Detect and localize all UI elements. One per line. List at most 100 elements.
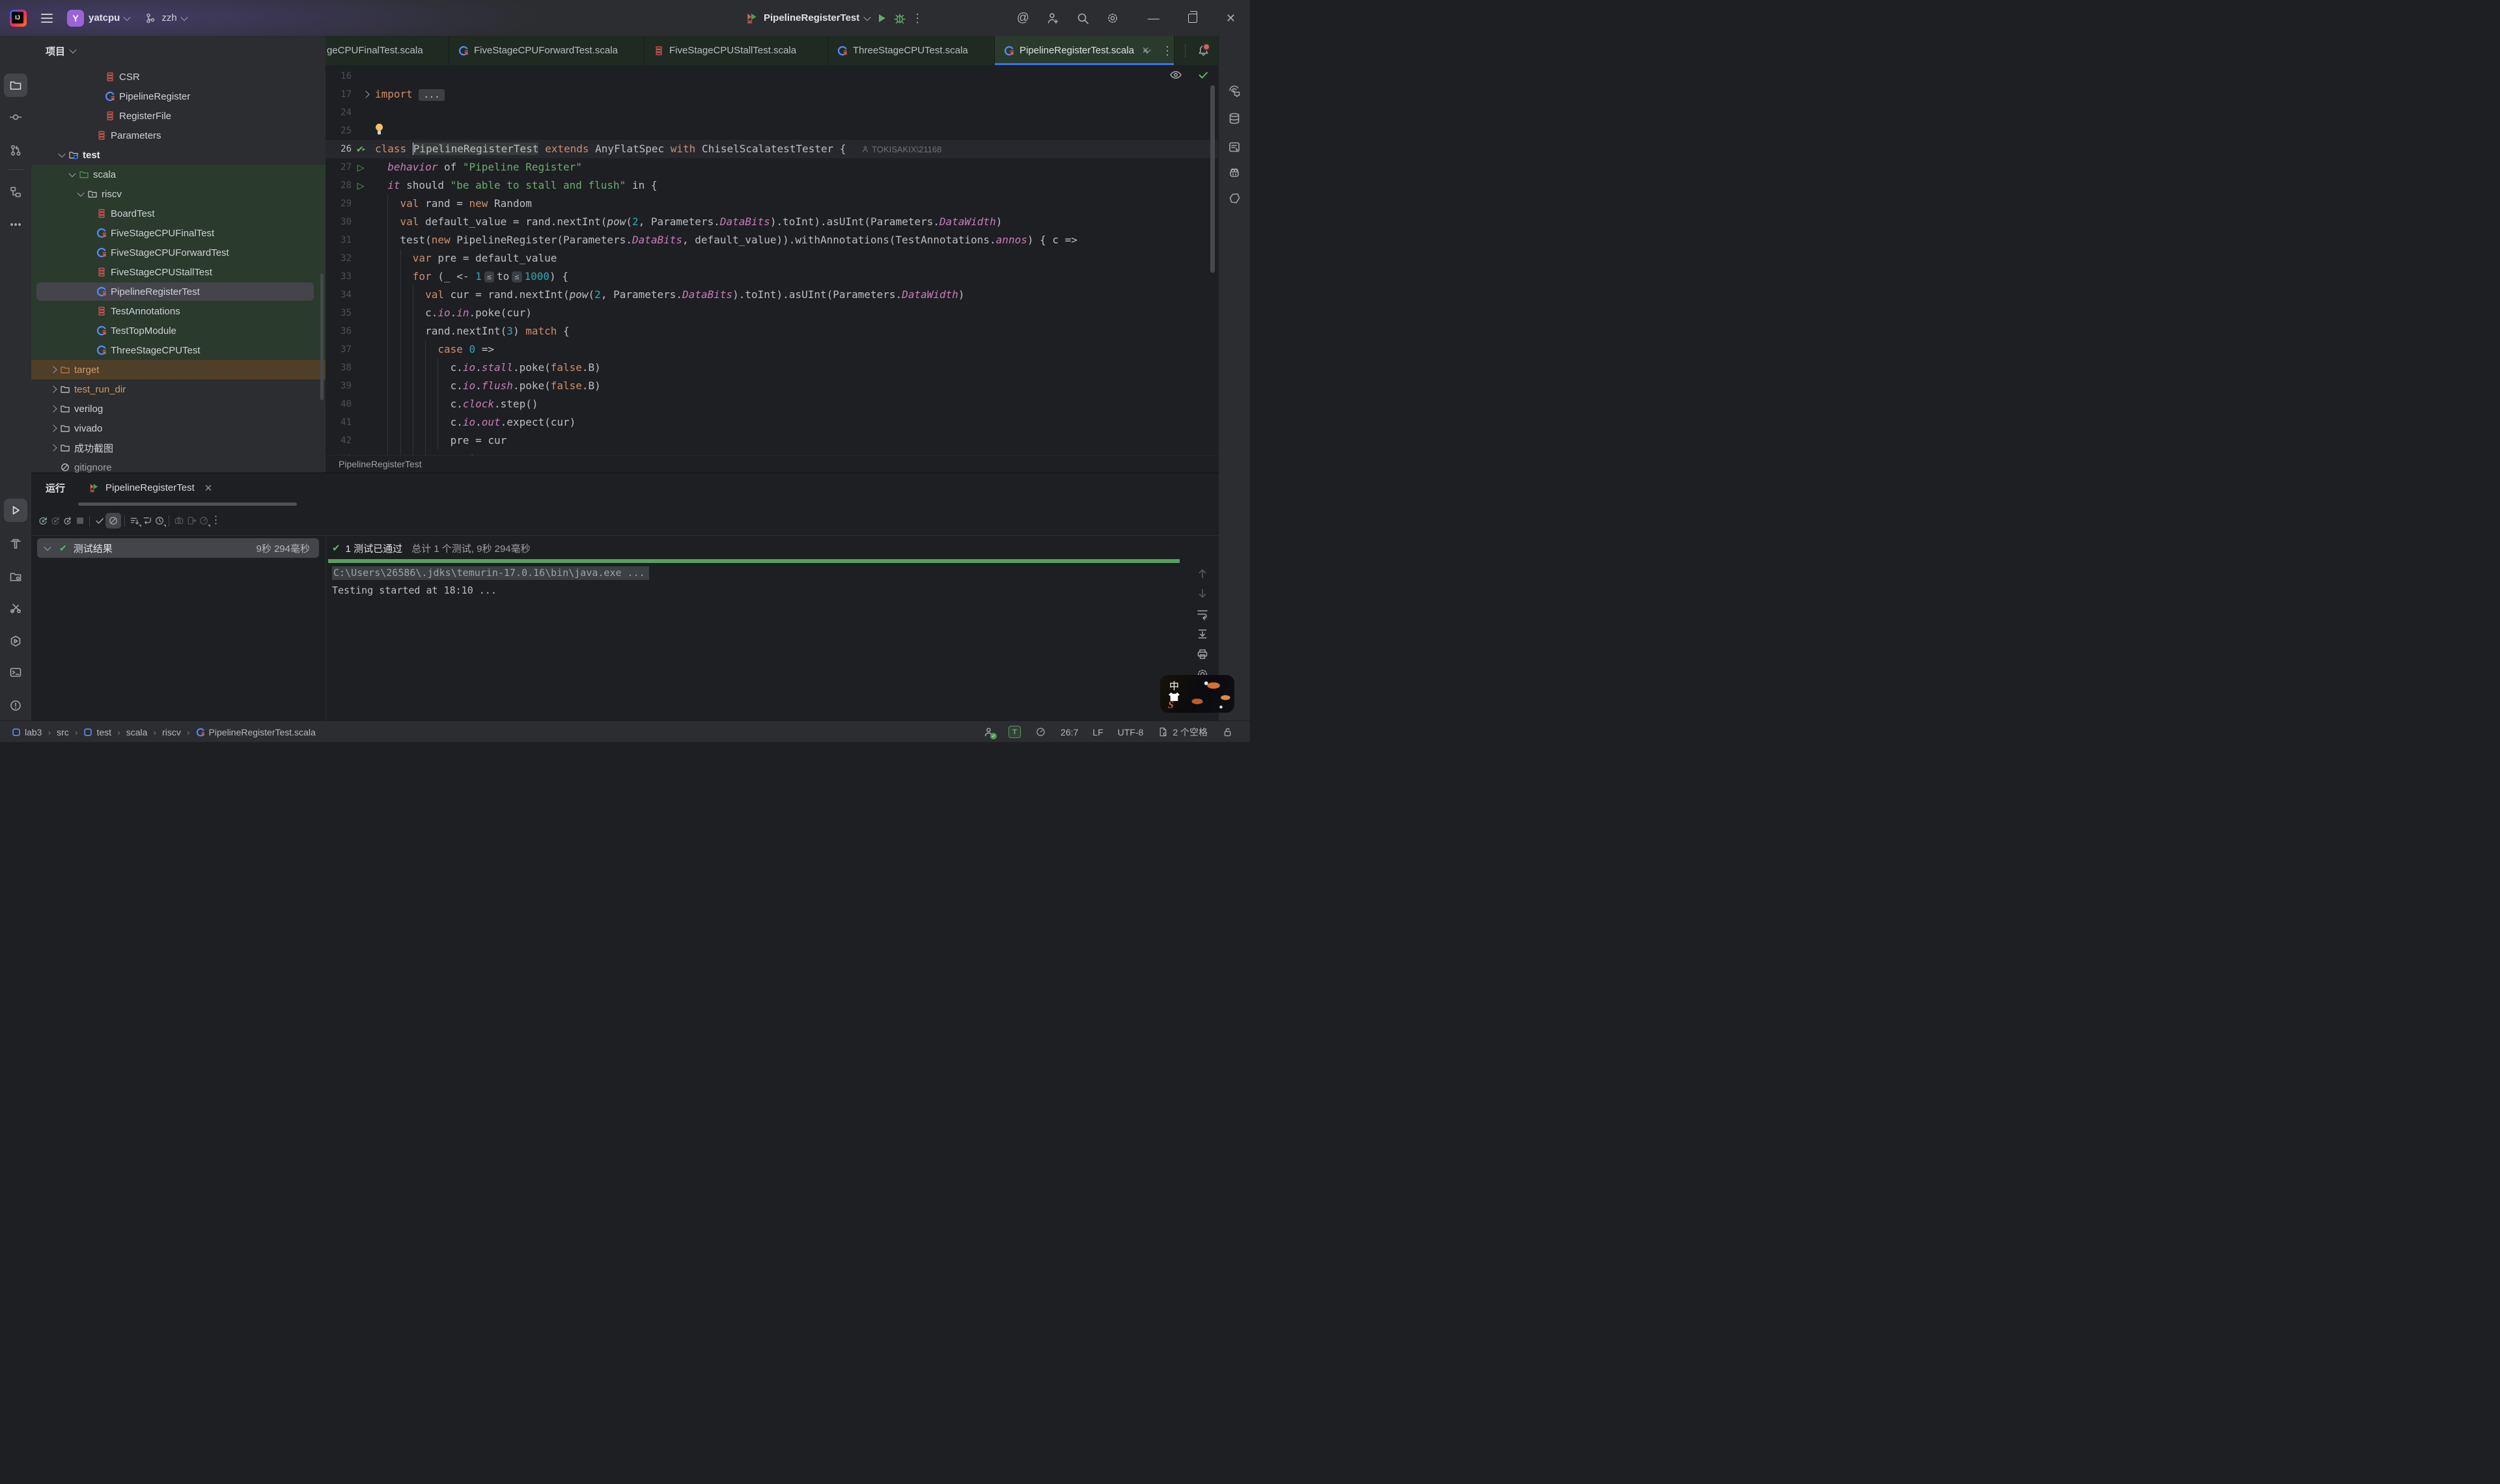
status-crumb-riscv[interactable]: riscv [162,727,181,737]
chevron-icon[interactable] [68,170,76,177]
status-crumb-test[interactable]: test [83,727,111,737]
line-ending[interactable]: LF [1092,727,1103,737]
add-user-icon[interactable] [1046,12,1059,25]
tree-item-成功截图[interactable]: 成功截图 [31,438,326,458]
export-button[interactable] [185,513,197,529]
lock-icon[interactable] [1222,726,1233,737]
indent-setting[interactable]: 2 个空格 [1158,726,1208,739]
ban-filter-button[interactable] [105,513,121,529]
status-crumb-src[interactable]: src [57,727,69,737]
tool-build-button[interactable] [4,532,27,555]
kebab-button[interactable]: ⋮ [210,513,222,529]
tool-structure-button[interactable] [4,180,27,204]
sort-down-button[interactable] [128,513,141,529]
more-actions-button[interactable]: ⋮ [911,12,923,24]
code-line-17[interactable]: 17import ... [326,85,1219,103]
test-results-row[interactable]: ✔ 测试结果 9秒 294毫秒 [37,538,319,558]
tool-tools-button[interactable] [4,596,27,620]
tool-robot-button[interactable] [1223,161,1246,184]
rerun-auto-button[interactable] [61,513,74,529]
tool-commit-button[interactable] [4,105,27,129]
close-icon[interactable]: ✕ [204,482,213,494]
minimize-button[interactable]: — [1148,12,1160,24]
editor-breadcrumb[interactable]: PipelineRegisterTest [339,459,422,469]
up-icon[interactable] [1196,567,1209,580]
tree-item-RegisterFile[interactable]: RegisterFile [31,106,326,126]
editor-scrollbar[interactable] [1210,85,1215,273]
run-tabs-scrollbar[interactable] [78,502,297,506]
tool-polygon-button[interactable] [1223,187,1246,210]
stop-button[interactable] [74,513,86,529]
chevron-icon[interactable] [58,150,65,158]
caret-position[interactable]: 26:7 [1061,727,1078,737]
tree-item-Parameters[interactable]: Parameters [31,126,326,145]
soft-wrap-icon[interactable] [1196,607,1209,620]
tool-more-button[interactable] [4,213,27,236]
code-editor[interactable]: 1617import ...242526✔class PipelineRegis… [326,65,1219,456]
chevron-icon[interactable] [49,385,57,392]
tool-terminal-button[interactable] [4,661,27,684]
hidden-tabs-chevron[interactable] [1143,46,1150,53]
code-line-35[interactable]: 35 c.io.in.poke(cur) [326,304,1219,322]
tree-item-PipelineRegisterTest[interactable]: PipelineRegisterTest [31,282,326,301]
tree-item-test[interactable]: test [31,145,326,165]
tree-scrollbar[interactable] [320,273,324,400]
tree-item-TestAnnotations[interactable]: TestAnnotations [31,301,326,321]
down-icon[interactable] [1196,587,1209,600]
tree-item-scala[interactable]: scala [31,165,326,184]
check-filter-button[interactable] [93,513,105,529]
close-button[interactable]: ✕ [1226,12,1236,24]
console-output[interactable]: C:\Users\26586\.jdks\temurin-17.0.16\bin… [332,564,649,599]
tree-item-gitignore[interactable]: gitignore [31,458,326,473]
main-menu-button[interactable] [41,14,53,23]
code-line-39[interactable]: 39 c.io.flush.poke(false.B) [326,377,1219,395]
tool-services-folder-button[interactable] [4,565,27,588]
scroll-end-icon[interactable] [1196,627,1209,640]
chevron-icon[interactable] [49,424,57,432]
code-line-27[interactable]: 27▷ behavior of "Pipeline Register" [326,158,1219,176]
code-line-16[interactable]: 16 [326,67,1219,85]
inspections-ok-icon[interactable] [1197,68,1210,81]
code-line-36[interactable]: 36 rand.nextInt(3) match { [326,322,1219,340]
code-line-29[interactable]: 29 val rand = new Random [326,195,1219,213]
code-analysis-gauge-icon[interactable] [1035,726,1046,737]
file-encoding[interactable]: UTF-8 [1118,727,1144,737]
ai-assistant-icon[interactable]: @ [1017,12,1029,24]
chevron-icon[interactable] [77,189,84,197]
code-line-30[interactable]: 30 val default_value = rand.nextInt(pow(… [326,213,1219,231]
notifications-bell-icon[interactable] [1197,44,1210,57]
run-test-gutter-icon[interactable]: ▷ [354,176,367,195]
tree-item-BoardTest[interactable]: BoardTest [31,204,326,223]
tool-run-button[interactable] [4,499,27,522]
tree-item-CSR[interactable]: CSR [31,67,326,87]
tab-geCPUFinalTest.scala[interactable]: geCPUFinalTest.scala [326,36,449,65]
code-line-33[interactable]: 33 for (_ <- 1≤to≤1000) { [326,268,1219,286]
code-line-31[interactable]: 31 test(new PipelineRegister(Parameters.… [326,231,1219,249]
run-config-name[interactable]: PipelineRegisterTest [764,12,859,23]
tool-problems-button[interactable] [4,694,27,717]
clock-button[interactable] [153,513,165,529]
chevron-icon[interactable] [49,444,57,451]
chevron-icon[interactable] [49,405,57,412]
tool-doc-code-button[interactable] [1223,135,1246,159]
tool-ai-chat-button[interactable] [1223,79,1246,103]
debug-button[interactable] [893,12,906,25]
run-tab[interactable]: PipelineRegisterTest ✕ [89,482,212,494]
tree-item-verilog[interactable]: verilog [31,399,326,419]
code-line-32[interactable]: 32 var pre = default_value [326,249,1219,268]
restore-button[interactable] [1188,14,1197,23]
printer-icon[interactable] [1196,648,1209,661]
tree-item-vivado[interactable]: vivado [31,419,326,438]
tab-FiveStageCPUForwardTest.scala[interactable]: FiveStageCPUForwardTest.scala [449,36,645,65]
tree-item-PipelineRegister[interactable]: PipelineRegister [31,87,326,106]
code-line-28[interactable]: 28▷ it should "be able to stall and flus… [326,176,1219,195]
code-line-40[interactable]: 40 c.clock.step() [326,395,1219,413]
tool-services-button[interactable] [4,629,27,653]
rerun-button[interactable] [36,513,49,529]
translation-badge[interactable]: T [1008,726,1021,738]
code-line-25[interactable]: 25 [326,122,1219,140]
tab-FiveStageCPUStallTest.scala[interactable]: FiveStageCPUStallTest.scala [645,36,828,65]
status-crumb-lab3[interactable]: lab3 [12,727,42,737]
code-line-38[interactable]: 38 c.io.stall.poke(false.B) [326,359,1219,377]
chevron-icon[interactable] [49,366,57,373]
